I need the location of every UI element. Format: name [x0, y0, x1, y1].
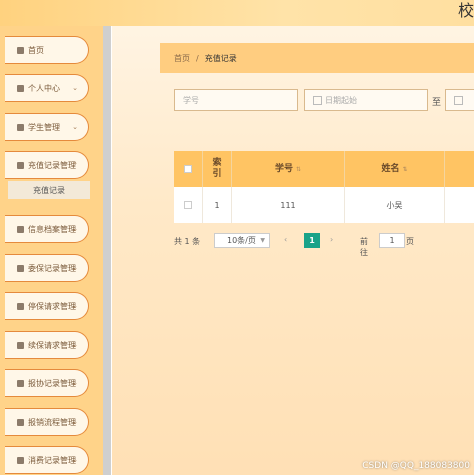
sidebar-item-label: 报销流程管理	[28, 417, 76, 427]
cell-name: 小吴	[386, 200, 403, 210]
date-start-placeholder: 日期起始	[325, 95, 357, 105]
sidebar-item-consume-record[interactable]: 消费记录管理 ⌄	[5, 446, 89, 474]
sidebar-item-renew-request[interactable]: 续保请求管理 ⌄	[5, 331, 89, 359]
chevron-down-icon: ⌄	[72, 379, 78, 387]
date-end-input[interactable]	[445, 89, 474, 111]
grid-icon	[17, 418, 24, 426]
sidebar-item-stop-request[interactable]: 停保请求管理 ⌄	[5, 292, 89, 320]
app-title: 校	[457, 1, 474, 20]
breadcrumb-home[interactable]: 首页	[174, 53, 190, 64]
briefcase-icon	[17, 123, 24, 131]
chevron-down-icon: ⌄	[72, 341, 78, 349]
goto-unit: 页	[406, 237, 414, 246]
home-icon	[17, 46, 24, 54]
column-header-student-no[interactable]: 学号 ⇅	[232, 151, 344, 187]
grid-icon	[17, 456, 24, 464]
goto-label: 前往	[360, 237, 368, 257]
next-page-icon[interactable]: ›	[330, 235, 333, 244]
column-header-index: 索 引	[212, 158, 222, 179]
sidebar-item-label: 报协记录管理	[28, 378, 76, 388]
sidebar-item-insurance-record[interactable]: 委保记录管理 ⌄	[5, 254, 89, 282]
grid-icon	[17, 341, 24, 349]
grid-icon	[17, 225, 24, 233]
trophy-icon	[17, 379, 24, 387]
document-icon	[17, 161, 24, 169]
table-row[interactable]: 1 111 小吴	[174, 187, 474, 223]
sidebar-item-info-archive[interactable]: 信息档案管理 ⌄	[5, 215, 89, 243]
sidebar-subitem-recharge-record[interactable]: 充值记录	[8, 181, 90, 199]
pagination-total: 共 1 条	[174, 237, 201, 246]
page-size-value: 10条/页	[227, 236, 256, 245]
chevron-down-icon: ⌄	[72, 302, 78, 310]
page-size-select[interactable]: 10条/页 ▼	[214, 233, 270, 248]
main-content: 首页 / 充值记录 学号 日期起始 至 索 引 学号 ⇅ 姓名 ⇅ 1 111 …	[112, 26, 474, 475]
breadcrumb: 首页 / 充值记录	[160, 43, 474, 73]
chevron-down-icon: ⌄	[72, 418, 78, 426]
student-no-input[interactable]: 学号	[174, 89, 298, 111]
page-number-active[interactable]: 1	[304, 233, 320, 248]
message-icon	[17, 302, 24, 310]
sidebar-scrollbar[interactable]	[103, 26, 111, 475]
sidebar-item-label: 个人中心	[28, 83, 60, 93]
sidebar-item-report-record[interactable]: 报协记录管理 ⌄	[5, 369, 89, 397]
message-icon	[17, 264, 24, 272]
select-all-checkbox[interactable]	[184, 165, 192, 173]
cell-index: 1	[214, 200, 220, 210]
sidebar-subitem-label: 充值记录	[33, 185, 65, 195]
sidebar-item-personal-center[interactable]: 个人中心 ⌄	[5, 74, 89, 102]
row-select-cell	[174, 187, 202, 223]
date-start-input[interactable]: 日期起始	[304, 89, 428, 111]
calendar-icon	[313, 95, 322, 105]
sort-icon: ⇅	[402, 165, 408, 173]
sidebar-item-home[interactable]: 首页	[5, 36, 89, 64]
sidebar-item-label: 续保请求管理	[28, 340, 76, 350]
top-bar: 校	[0, 0, 474, 26]
row-checkbox[interactable]	[184, 201, 192, 209]
date-range-separator: 至	[432, 98, 442, 108]
chevron-down-icon: ⌄	[72, 84, 78, 92]
chevron-down-icon: ⌄	[72, 456, 78, 464]
calendar-icon	[454, 95, 463, 105]
student-no-placeholder: 学号	[183, 95, 199, 105]
chevron-down-icon: ⌄	[72, 225, 78, 233]
watermark: CSDN @QQ_188083800	[362, 461, 470, 471]
sidebar-item-label: 首页	[28, 45, 44, 55]
table-header: 索 引 学号 ⇅ 姓名 ⇅	[174, 151, 474, 187]
chevron-down-icon: ▼	[260, 237, 265, 244]
column-header-name[interactable]: 姓名 ⇅	[345, 151, 444, 187]
chevron-down-icon: ⌄	[72, 123, 78, 131]
prev-page-icon[interactable]: ‹	[284, 235, 287, 244]
chevron-down-icon: ⌄	[72, 264, 78, 272]
select-all-cell	[174, 151, 202, 187]
sidebar-item-student-management[interactable]: 学生管理 ⌄	[5, 113, 89, 141]
sort-icon: ⇅	[295, 165, 302, 173]
sidebar-item-label: 信息档案管理	[28, 224, 76, 234]
user-icon	[17, 84, 24, 92]
sidebar-item-label: 充值记录管理	[28, 160, 76, 170]
column-header-label: 学号	[274, 163, 293, 174]
breadcrumb-separator: /	[196, 53, 199, 63]
sidebar-item-label: 消费记录管理	[28, 455, 76, 465]
sidebar-item-label: 委保记录管理	[28, 263, 76, 273]
chevron-up-icon: ⌃	[72, 161, 78, 169]
sidebar-item-label: 学生管理	[28, 122, 60, 132]
sidebar: 首页 个人中心 ⌄ 学生管理 ⌄ 充值记录管理 ⌃ 充值记录 信息档案管理 ⌄ …	[0, 26, 104, 475]
column-header-label: 姓名	[381, 163, 400, 174]
sidebar-item-reimburse-flow[interactable]: 报销流程管理 ⌄	[5, 408, 89, 436]
goto-page-input[interactable]: 1	[379, 233, 405, 248]
cell-student-no: 111	[280, 200, 296, 210]
breadcrumb-current: 充值记录	[204, 53, 237, 63]
sidebar-item-recharge-management[interactable]: 充值记录管理 ⌃	[5, 151, 89, 179]
sidebar-item-label: 停保请求管理	[28, 301, 76, 311]
